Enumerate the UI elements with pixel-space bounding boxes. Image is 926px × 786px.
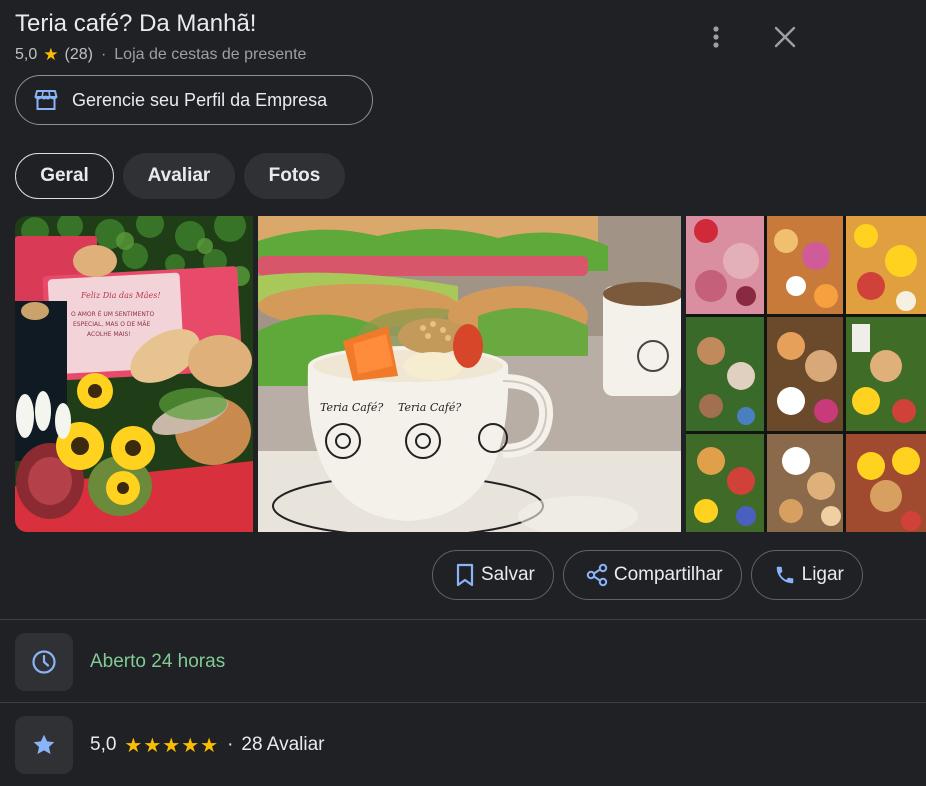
- phone-icon: [776, 566, 793, 584]
- more-options-button[interactable]: [696, 17, 736, 57]
- five-stars-icon: ★★★★★: [124, 734, 220, 757]
- share-button[interactable]: Compartilhar: [562, 550, 742, 600]
- reviews-icon-box: [15, 716, 73, 774]
- gift-basket-image: Feliz Dia das Mães! O AMOR É UM SENTIMEN…: [15, 216, 253, 532]
- photo-gift-basket[interactable]: Feliz Dia das Mães! O AMOR É UM SENTIMEN…: [15, 216, 253, 532]
- call-button[interactable]: Ligar: [750, 550, 863, 600]
- place-subline: 5,0 ★ (28) · Loja de cestas de presente: [15, 45, 306, 65]
- hours-row[interactable]: Aberto 24 horas: [15, 633, 225, 691]
- separator: ·: [227, 734, 234, 755]
- photo-breakfast-cup[interactable]: Teria Café? Teria Café?: [258, 216, 681, 532]
- basket-grid-image: [686, 216, 926, 532]
- tab-reviews[interactable]: Avaliar: [123, 153, 235, 199]
- hours-icon-box: [15, 633, 73, 691]
- clock-icon: [32, 650, 56, 674]
- manage-profile-label: Gerencie seu Perfil da Empresa: [72, 89, 328, 110]
- tab-photos[interactable]: Fotos: [244, 153, 345, 199]
- star-icon: [33, 734, 55, 754]
- tab-overview[interactable]: Geral: [15, 153, 114, 199]
- card-line3: ACOLHE MAIS!: [87, 331, 131, 338]
- cup-text-left: Teria Café?: [320, 401, 383, 414]
- tab-bar: Geral Avaliar Fotos: [15, 153, 345, 199]
- save-label: Salvar: [481, 564, 535, 585]
- close-button[interactable]: [765, 17, 805, 57]
- photo-basket-grid[interactable]: [686, 216, 926, 532]
- card-heading: Feliz Dia das Mães!: [80, 291, 161, 300]
- review-count[interactable]: (28): [65, 46, 93, 64]
- place-title: Teria café? Da Manhã!: [15, 10, 257, 37]
- reviews-row[interactable]: 5,0 ★★★★★ · 28 Avaliar: [15, 716, 325, 774]
- action-bar: Salvar Compartilhar Ligar: [432, 550, 863, 600]
- save-button[interactable]: Salvar: [432, 550, 554, 600]
- card-line1: O AMOR É UM SENTIMENTO: [71, 310, 155, 318]
- reviews-count-link[interactable]: 28 Avaliar: [241, 734, 324, 756]
- manage-business-profile-button[interactable]: Gerencie seu Perfil da Empresa: [15, 75, 373, 125]
- close-icon: [774, 26, 796, 48]
- separator: ·: [100, 46, 107, 63]
- reviews-rating: 5,0: [90, 734, 117, 755]
- star-icon: ★: [43, 45, 59, 64]
- call-label: Ligar: [801, 564, 844, 585]
- reviews-summary: 5,0 ★★★★★ · 28 Avaliar: [90, 733, 325, 758]
- cup-text-right: Teria Café?: [398, 401, 461, 414]
- breakfast-cup-image: Teria Café? Teria Café?: [258, 216, 681, 532]
- card-line2: ESPECIAL, MAS O DE MÃE: [73, 321, 150, 328]
- category: Loja de cestas de presente: [114, 46, 307, 63]
- rating-value: 5,0: [15, 46, 38, 63]
- storefront-icon: [34, 90, 58, 110]
- divider: [0, 619, 926, 620]
- hours-status: Aberto 24 horas: [90, 651, 226, 672]
- more-vert-icon: [713, 26, 719, 48]
- bookmark-icon: [456, 563, 474, 587]
- share-icon: [586, 563, 608, 587]
- share-label: Compartilhar: [613, 564, 723, 585]
- divider: [0, 702, 926, 703]
